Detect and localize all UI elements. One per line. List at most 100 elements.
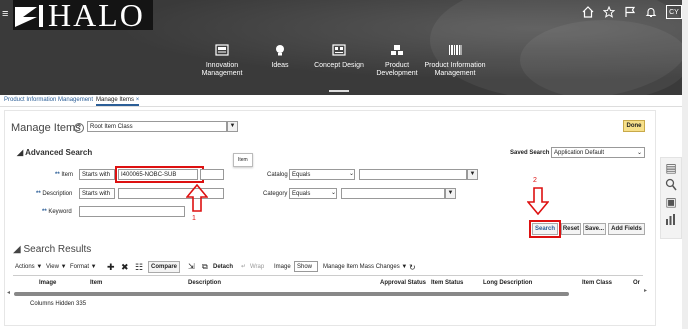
barcode-icon [449,45,462,55]
chart-icon[interactable] [665,212,677,226]
nav-label: Product Development [376,62,418,77]
format-menu[interactable]: Format ▼ [70,264,97,270]
product-development-icon [391,45,403,55]
annotation-number: 2 [533,177,537,184]
flag-icon[interactable] [624,6,636,18]
tab-manage-items[interactable]: Manage Items × [96,97,140,106]
done-button[interactable]: Done [623,120,645,132]
nav-concept-design[interactable]: Concept Design [310,44,368,70]
column-header[interactable]: Description [188,280,221,286]
item-operator-select[interactable]: Starts with [79,169,115,180]
bell-icon[interactable] [645,6,657,18]
nav-scroll-indicator [329,90,349,92]
column-header[interactable]: Or [633,280,640,286]
chevron-down-icon[interactable]: ▼ [227,121,238,132]
detach-icon[interactable]: ⧉ [202,262,208,272]
scroll-right-icon[interactable]: ▸ [644,287,647,294]
reset-button[interactable]: Reset [561,223,581,235]
user-avatar[interactable]: CY [666,5,682,19]
image-show-select[interactable]: Show [294,261,318,272]
wrap-icon[interactable]: ↵ [241,263,246,270]
logo-text: HALO [48,0,145,33]
wrap-button[interactable]: Wrap [250,264,264,270]
category-operator-select[interactable]: Equals [289,188,337,199]
item-tooltip: Item [233,153,253,167]
keyword-input[interactable] [79,206,185,217]
item-label: ** Item [55,172,73,178]
scroll-left-icon[interactable]: ◂ [7,289,10,296]
tab-product-information-management[interactable]: Product Information Management [4,97,93,103]
lightbulb-icon [276,45,284,56]
mass-changes-menu[interactable]: Manage Item Mass Changes ▼ [323,264,407,270]
divider [13,275,643,276]
required-marker: ** [55,172,60,178]
home-icon[interactable] [582,6,594,18]
close-icon[interactable]: × [136,97,140,103]
column-header[interactable]: Item Status [431,280,463,286]
catalog-operator-select[interactable]: Equals [289,169,355,180]
annotation-number: 1 [192,215,196,222]
nav-product-development[interactable]: Product Development [372,44,422,78]
add-fields-button[interactable]: Add Fields [608,223,645,235]
actions-menu[interactable]: Actions ▼ [15,264,42,270]
refresh-icon[interactable]: ↻ [409,263,416,272]
page-title: Manage Items [11,122,81,134]
nav-innovation-management[interactable]: Innovation Management [194,44,250,78]
nav-ideas[interactable]: Ideas [262,44,298,70]
header-banner: ≡ HALO CY Innovation Management Ideas Co… [0,0,688,95]
item-class-field[interactable]: Root Item Class [87,121,227,132]
description-operator-select[interactable]: Starts with [79,188,115,199]
view-menu[interactable]: View ▼ [46,264,67,270]
description-input[interactable] [118,188,224,199]
annotation-arrow-up-icon [186,184,208,212]
item-input-extension[interactable] [200,169,224,180]
star-icon[interactable] [603,6,615,18]
chevron-down-icon[interactable]: ▼ [445,188,456,199]
catalog-label: Catalog [267,172,288,178]
chevron-down-icon[interactable]: ▼ [467,169,478,180]
columns-icon[interactable]: ☷ [135,262,143,273]
search-results-header[interactable]: ◢ Search Results [13,244,91,255]
saved-search-select[interactable]: Application Default [551,147,645,158]
column-header[interactable]: Item [90,280,102,286]
save-button[interactable]: Save... [583,223,606,235]
column-header[interactable]: Item Class [582,280,612,286]
horizontal-scrollbar[interactable] [14,292,569,296]
right-side-panel: ▤ ▣ [660,157,682,239]
column-header[interactable]: Approval Status [380,280,426,286]
menu-icon[interactable]: ≡ [2,8,8,20]
nav-product-information-management[interactable]: Product Information Management [424,44,486,78]
chevron-down-icon[interactable]: ⌄ [349,170,354,177]
logo-mark-icon [15,5,43,27]
export-icon[interactable]: ⇲ [188,262,195,271]
help-icon[interactable]: ? [74,123,84,133]
nav-label: Product Information Management [424,62,486,77]
column-header[interactable]: Long Description [483,280,532,286]
category-input[interactable] [341,188,445,199]
nav-label: Ideas [271,62,289,69]
chevron-down-icon[interactable]: ⌄ [637,149,642,156]
springboard-nav: Innovation Management Ideas Concept Desi… [0,44,688,84]
clipboard-icon[interactable]: ▣ [665,195,677,209]
logo[interactable]: HALO [13,0,153,33]
chevron-down-icon[interactable]: ⌄ [331,189,336,196]
column-header[interactable]: Image [39,280,56,286]
category-label: Category [263,191,288,197]
annotation-arrow-down-icon [527,187,549,215]
image-label: Image [274,264,291,270]
saved-search-label: Saved Search [510,150,550,156]
compare-button[interactable]: Compare [148,261,180,273]
search-icon[interactable] [665,178,677,192]
label-text: Description [42,191,73,197]
add-icon[interactable]: ✚ [107,262,115,273]
tab-label: Manage Items [96,97,135,103]
vertical-scrollbar[interactable] [682,0,688,329]
keyword-label: ** Keyword [42,209,72,215]
advanced-search-header[interactable]: ◢ Advanced Search [17,148,92,157]
description-label: ** Description [36,191,72,197]
nav-label: Concept Design [314,62,364,69]
catalog-input[interactable] [359,169,467,180]
document-icon[interactable]: ▤ [665,161,677,175]
delete-icon[interactable]: ✖ [121,262,129,273]
detach-button[interactable]: Detach [213,264,233,270]
